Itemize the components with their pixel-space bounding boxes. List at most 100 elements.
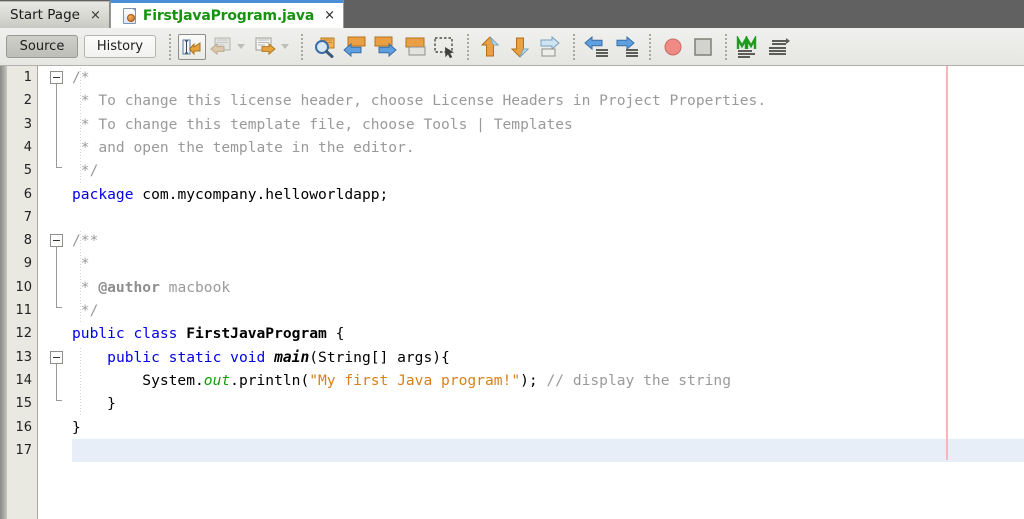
fold-stem [56, 363, 57, 401]
history-view-label: History [96, 39, 144, 54]
code-line[interactable]: /* [72, 66, 1024, 89]
start-macro-recording-icon[interactable] [536, 33, 566, 61]
code-text-area[interactable]: /* * To change this license header, choo… [72, 66, 1024, 519]
code-line[interactable]: * @author macbook [72, 276, 1024, 299]
inspect-icon[interactable] [764, 33, 794, 61]
tab-bar-empty-area [343, 0, 1024, 28]
code-token: } [72, 395, 116, 413]
fold-toggle-fold-comment-block[interactable] [50, 71, 63, 84]
code-token: } [72, 418, 81, 436]
code-token: .println( [230, 371, 310, 389]
fold-toggle-fold-method-main[interactable] [50, 350, 63, 364]
tab-firstjavaprogram[interactable]: FirstJavaProgram.java × [109, 0, 344, 28]
code-token: com.mycompany.helloworldapp; [133, 185, 389, 203]
tab-firstjavaprogram-close-icon[interactable]: × [324, 9, 335, 22]
rectangular-selection-icon[interactable] [430, 33, 460, 61]
code-line[interactable]: } [72, 392, 1024, 415]
line-number: 6 [23, 186, 32, 202]
code-line[interactable]: System.out.println("My first Java progra… [72, 369, 1024, 392]
tab-firstjavaprogram-label: FirstJavaProgram.java [142, 7, 315, 24]
fold-foot [56, 167, 62, 169]
code-token: out [203, 371, 231, 389]
code-token: public static void [107, 348, 275, 366]
indent-guide [80, 347, 81, 418]
code-folding-gutter[interactable] [39, 66, 72, 519]
line-number: 7 [23, 209, 32, 225]
java-file-icon [121, 7, 137, 24]
code-line[interactable]: package com.mycompany.helloworldapp; [72, 183, 1024, 206]
shift-line-left-icon[interactable] [476, 33, 506, 61]
previous-bookmark-icon[interactable] [340, 33, 370, 61]
code-line[interactable]: */ [72, 299, 1024, 322]
line-number-gutter: 1 2 3 4 5 6 7 8 9 10 11 12 13 14 15 16 17 [7, 66, 38, 519]
next-bookmark-icon[interactable] [370, 33, 400, 61]
line-number: 12 [15, 326, 32, 342]
code-line[interactable]: */ [72, 159, 1024, 182]
code-line[interactable]: } [72, 416, 1024, 439]
code-token: */ [72, 162, 99, 180]
line-number: 14 [15, 372, 32, 388]
history-view-button[interactable]: History [84, 35, 156, 58]
line-number: 9 [23, 256, 32, 272]
fold-stem [56, 84, 57, 168]
toggle-rectangular-selection-icon[interactable] [400, 33, 430, 61]
code-line[interactable] [72, 439, 1024, 462]
editor-left-edge [0, 66, 7, 519]
code-line[interactable]: * and open the template in the editor. [72, 136, 1024, 159]
code-token: (String[] args){ [309, 348, 450, 366]
forward-icon[interactable] [250, 33, 280, 61]
indent-guide [80, 68, 81, 185]
line-number: 16 [15, 419, 32, 435]
tab-start-page-label: Start Page [10, 7, 80, 23]
forward-dropdown-caret-icon[interactable] [281, 44, 289, 49]
line-number: 13 [15, 349, 32, 365]
code-token: @author [98, 278, 160, 296]
tab-start-page[interactable]: Start Page × [0, 1, 110, 28]
line-number: 8 [23, 233, 32, 249]
code-token: * To change this template file, choose T… [72, 115, 573, 133]
editor-toolbar: Source History [0, 28, 1024, 66]
code-line[interactable]: public static void main(String[] args){ [72, 346, 1024, 369]
toggle-highlight-icon[interactable] [734, 33, 764, 61]
editor-tab-bar: Start Page × FirstJavaProgram.java × [0, 0, 1024, 28]
comment-icon[interactable] [582, 33, 612, 61]
source-view-button[interactable]: Source [6, 35, 78, 58]
code-token: package [72, 185, 134, 203]
code-line[interactable]: * To change this license header, choose … [72, 89, 1024, 112]
code-token: * To change this license header, choose … [72, 92, 767, 110]
stop-macro-record-icon[interactable] [688, 33, 718, 61]
code-token: System. [72, 371, 204, 389]
code-token: * and open the template in the editor. [72, 138, 415, 156]
source-view-label: Source [19, 39, 65, 54]
code-token: "My first Java program!" [309, 371, 521, 389]
code-token: /** [72, 232, 99, 250]
code-token: public class [72, 325, 187, 343]
toolbar-separator [467, 33, 469, 60]
code-token: FirstJavaProgram [186, 325, 327, 343]
code-line[interactable]: public class FirstJavaProgram { [72, 322, 1024, 345]
code-token: * [72, 278, 99, 296]
line-number: 1 [23, 70, 32, 85]
start-macro-record-dot-icon[interactable] [658, 33, 688, 61]
shift-line-right-icon[interactable] [506, 33, 536, 61]
netbeans-editor-window: Start Page × FirstJavaProgram.java × Sou… [0, 0, 1024, 519]
code-token: ); [520, 371, 547, 389]
code-token: main [274, 348, 310, 366]
code-line[interactable]: * To change this template file, choose T… [72, 113, 1024, 136]
toolbar-separator [301, 33, 303, 60]
back-icon[interactable] [206, 33, 236, 61]
toolbar-separator [649, 33, 651, 60]
line-number: 3 [23, 116, 32, 132]
tab-start-page-close-icon[interactable]: × [90, 9, 101, 22]
fold-toggle-fold-javadoc-block[interactable] [50, 234, 63, 248]
code-line[interactable]: * [72, 252, 1024, 275]
code-line[interactable]: /** [72, 229, 1024, 252]
code-line[interactable] [72, 206, 1024, 229]
code-token: { [326, 325, 345, 343]
find-selection-icon[interactable] [310, 33, 340, 61]
code-token: */ [72, 302, 99, 319]
back-dropdown-caret-icon[interactable] [237, 44, 245, 49]
code-editor[interactable]: 1234567891011121314151617 /* * To change… [0, 66, 1024, 519]
uncomment-icon[interactable] [612, 33, 642, 61]
last-edit-icon[interactable] [178, 33, 206, 60]
